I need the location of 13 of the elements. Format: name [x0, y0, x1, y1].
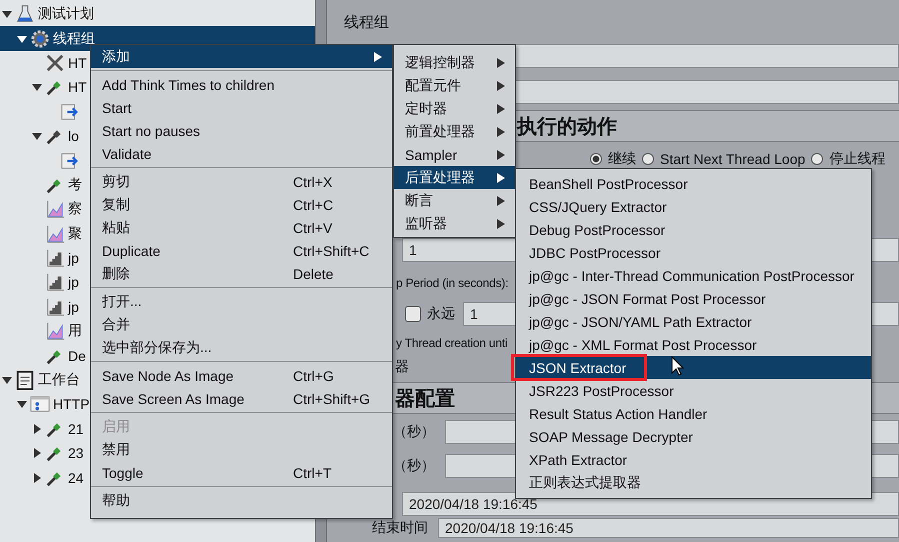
delay-label: y Thread creation unti [396, 336, 508, 350]
checkbox-label: 永远 [427, 305, 455, 323]
startup-delay-label: （秒） [393, 457, 435, 475]
scheduler-label: 器 [395, 358, 409, 376]
section-heading: 执行的动作 [517, 112, 617, 140]
end-time-label: 结束时间 [372, 519, 428, 537]
section-heading: 器配置 [395, 384, 455, 412]
ramp-up-label: p Period (in seconds): [396, 276, 508, 290]
panel-title: 线程组 [344, 12, 389, 32]
duration-label: （秒） [393, 423, 435, 441]
radio-label: Start Next Thread Loop [660, 151, 806, 167]
radio-label: 停止线程 [829, 150, 886, 168]
radio-label: 继续 [608, 150, 636, 168]
